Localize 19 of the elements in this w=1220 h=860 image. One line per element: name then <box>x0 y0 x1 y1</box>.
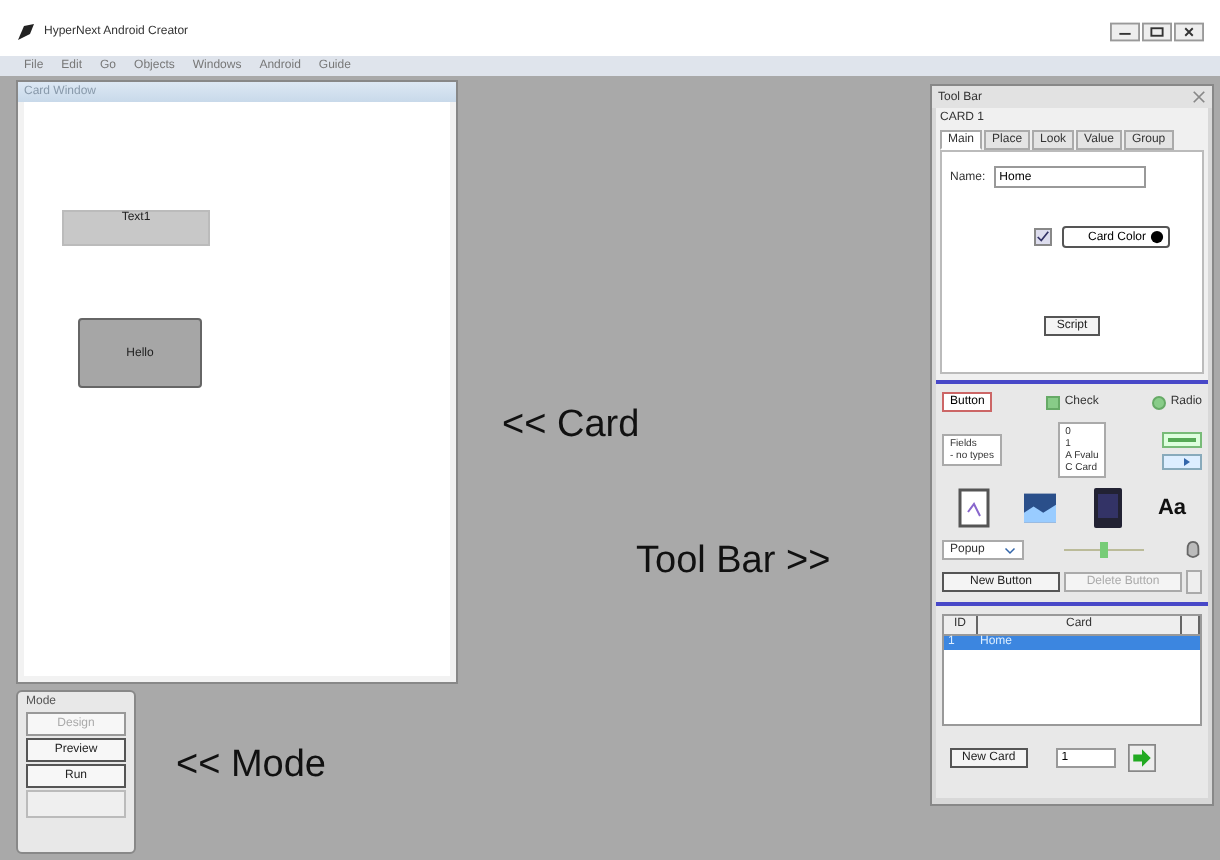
arrow-right-icon[interactable] <box>1127 744 1156 772</box>
text-tool[interactable]: Aa <box>1157 496 1186 520</box>
close-icon[interactable] <box>1174 22 1204 42</box>
minimize-icon[interactable] <box>1110 22 1140 42</box>
app-icon <box>16 22 36 42</box>
progress-tool-icon[interactable] <box>1162 431 1202 447</box>
document-icon[interactable] <box>958 488 990 528</box>
image-icon[interactable] <box>1024 488 1057 528</box>
video-icon[interactable] <box>1091 488 1124 528</box>
color-swatch-icon <box>1150 230 1164 244</box>
annotation-label: << Mode <box>176 744 326 788</box>
checkbox[interactable] <box>1033 228 1052 246</box>
stepper-tool-icon[interactable] <box>1162 453 1202 469</box>
scroll-stub <box>1186 570 1202 594</box>
slider-tool-icon[interactable] <box>1064 539 1145 559</box>
empty-mode-slot <box>26 790 126 818</box>
annotation-label: << Card <box>502 404 640 448</box>
maximize-icon[interactable] <box>1142 22 1172 42</box>
annotation-label: Tool Bar >> <box>636 540 831 584</box>
